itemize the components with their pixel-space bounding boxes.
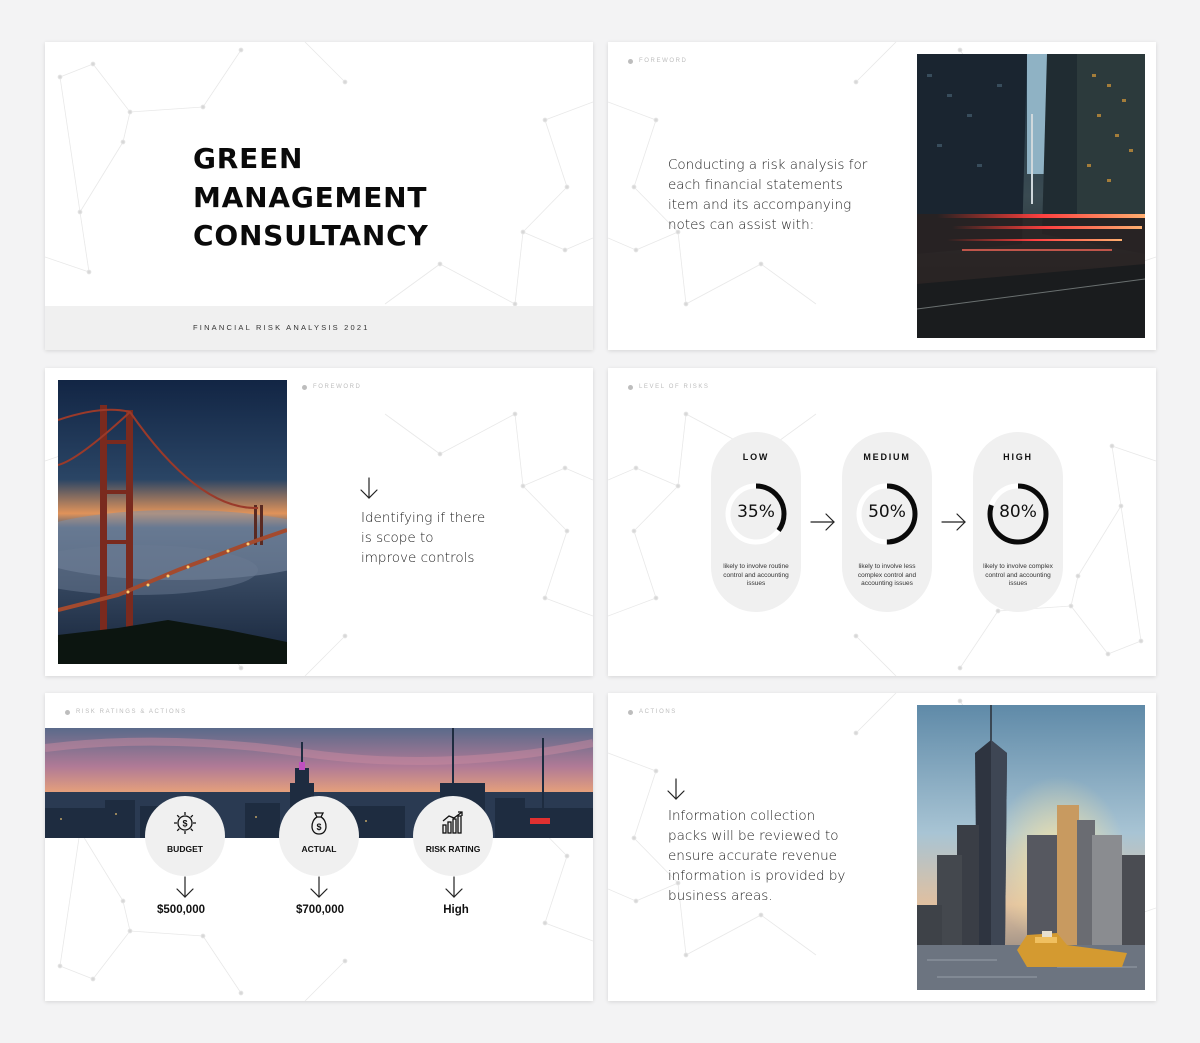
label-dot bbox=[302, 384, 307, 390]
risk-description: likely to involve less complex control a… bbox=[857, 563, 917, 587]
risk-rating-card: RISK RATING bbox=[413, 796, 493, 876]
section-label: RISK RATINGS & ACTIONS bbox=[65, 709, 187, 715]
foreword-text: Conducting a risk analysis for each fina… bbox=[668, 157, 868, 233]
actual-label: ACTUAL bbox=[301, 844, 337, 854]
city-night-photo bbox=[917, 54, 1145, 338]
arrow-down-icon bbox=[360, 477, 378, 499]
label-dot bbox=[65, 709, 70, 715]
slide-foreword-1[interactable]: FOREWORD Conducting a risk analysis for … bbox=[608, 42, 1156, 350]
arrow-right-icon bbox=[941, 513, 966, 531]
actions-text: Information collection packs will be rev… bbox=[668, 808, 846, 904]
svg-text:$: $ bbox=[182, 819, 187, 829]
presentation-title: GREEN MANAGEMENT CONSULTANCY bbox=[193, 140, 429, 256]
risk-percent: 50% bbox=[868, 502, 906, 522]
section-label-text: LEVEL OF RISKS bbox=[639, 384, 710, 390]
title-line-3: CONSULTANCY bbox=[193, 219, 429, 252]
section-label: LEVEL OF RISKS bbox=[628, 384, 710, 390]
budget-value: $500,000 bbox=[157, 904, 205, 916]
label-dot bbox=[628, 384, 633, 390]
risk-level-high: HIGH 80% likely to involve complex contr… bbox=[973, 432, 1063, 612]
label-dot bbox=[628, 709, 633, 715]
arrow-down-icon bbox=[667, 778, 685, 800]
arrow-down-icon bbox=[310, 876, 328, 898]
budget-card: $ BUDGET bbox=[145, 796, 225, 876]
risk-level-title: HIGH bbox=[1003, 452, 1033, 462]
slide-actions[interactable]: ACTIONS Information collection packs wil… bbox=[608, 693, 1156, 1001]
risk-level-low: LOW 35% likely to involve routine contro… bbox=[711, 432, 801, 612]
slide-foreword-2[interactable]: FOREWORD Identifying if there is scope t… bbox=[45, 368, 593, 676]
actual-value: $700,000 bbox=[296, 904, 344, 916]
risk-description: likely to involve complex control and ac… bbox=[983, 563, 1053, 587]
title-line-1: GREEN bbox=[193, 142, 304, 175]
svg-text:$: $ bbox=[316, 822, 321, 832]
risk-rating-label: RISK RATING bbox=[425, 844, 481, 854]
arrow-down-icon bbox=[445, 876, 463, 898]
risk-rating-value: High bbox=[443, 904, 469, 916]
risk-level-title: LOW bbox=[742, 452, 770, 462]
foreword-text: Identifying if there is scope to improve… bbox=[361, 510, 486, 566]
section-label-text: FOREWORD bbox=[639, 58, 688, 64]
money-bag-icon: $ bbox=[311, 812, 327, 835]
slide-title[interactable]: GREEN MANAGEMENT CONSULTANCY FINANCIAL R… bbox=[45, 42, 593, 350]
risk-percent: 80% bbox=[999, 502, 1037, 522]
one-world-trade-photo bbox=[917, 705, 1145, 990]
section-label: ACTIONS bbox=[628, 709, 677, 715]
footer-text: FINANCIAL RISK ANALYSIS 2021 bbox=[193, 323, 370, 332]
risk-level-medium: MEDIUM 50% likely to involve less comple… bbox=[842, 432, 932, 612]
budget-label: BUDGET bbox=[167, 844, 203, 854]
section-label: FOREWORD bbox=[302, 384, 361, 390]
risk-percent: 35% bbox=[737, 502, 775, 522]
label-dot bbox=[628, 58, 633, 64]
bar-chart-icon bbox=[442, 811, 463, 834]
golden-gate-bridge-photo bbox=[58, 380, 287, 664]
section-label: FOREWORD bbox=[628, 58, 687, 64]
section-label-text: FOREWORD bbox=[313, 384, 362, 390]
slide-level-of-risks[interactable]: LEVEL OF RISKS LOW 35% likely to involve… bbox=[608, 368, 1156, 676]
gear-dollar-icon: $ bbox=[174, 812, 196, 834]
arrow-right-icon bbox=[810, 513, 835, 531]
title-line-2: MANAGEMENT bbox=[193, 180, 428, 214]
actual-card: $ ACTUAL bbox=[279, 796, 359, 876]
risk-description: likely to involve routine control and ac… bbox=[723, 563, 789, 587]
section-label-text: ACTIONS bbox=[639, 709, 677, 715]
slide-risk-ratings[interactable]: RISK RATINGS & ACTIONS $ BUDGET $ ACTUAL… bbox=[45, 693, 593, 1001]
arrow-down-icon bbox=[176, 876, 194, 898]
risk-level-title: MEDIUM bbox=[863, 452, 911, 462]
footer-band: FINANCIAL RISK ANALYSIS 2021 bbox=[45, 306, 593, 350]
section-label-text: RISK RATINGS & ACTIONS bbox=[76, 709, 187, 715]
